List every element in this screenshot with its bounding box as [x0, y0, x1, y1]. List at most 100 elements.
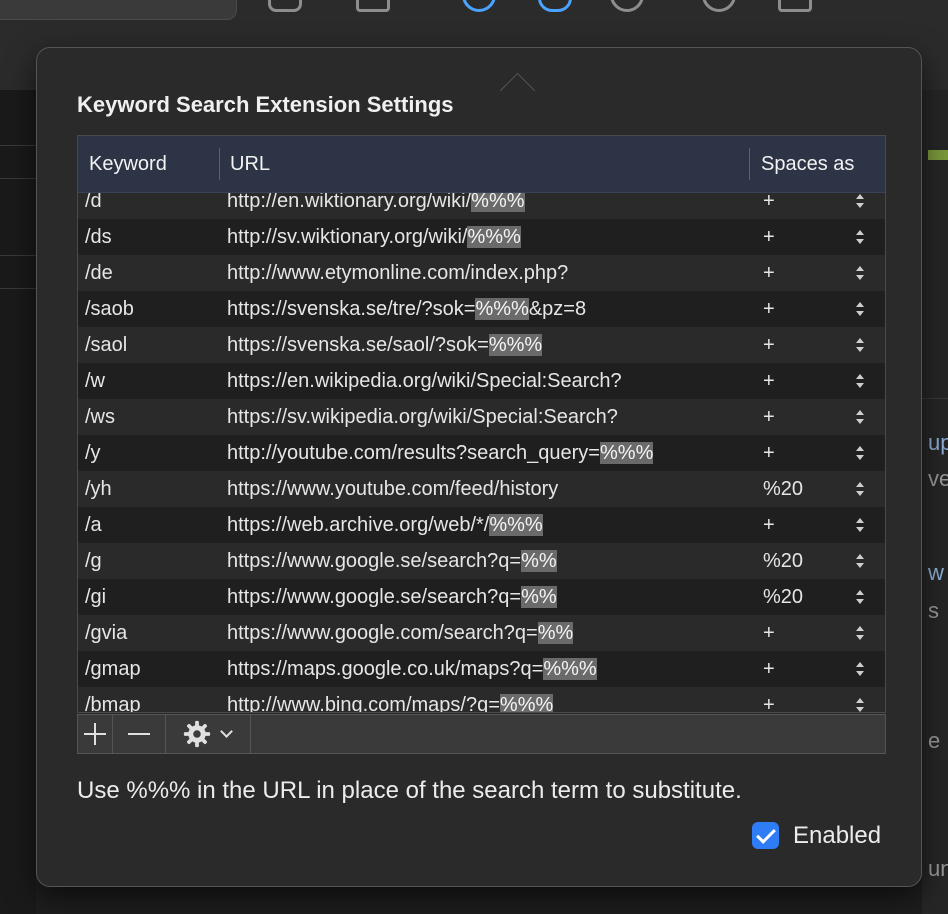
keyword-cell[interactable]: /saob — [85, 291, 134, 327]
actions-menu-button[interactable] — [166, 715, 251, 753]
table-row[interactable]: /ds http://sv.wiktionary.org/wiki/%%% + — [78, 219, 885, 255]
column-header-keyword[interactable]: Keyword — [89, 136, 167, 192]
spaces-select[interactable]: + — [763, 291, 775, 327]
keyword-cell[interactable]: /w — [85, 363, 105, 399]
share-icon[interactable] — [356, 0, 390, 12]
keyword-cell[interactable]: /bmap — [85, 687, 141, 712]
search-token-highlight: %% — [521, 550, 557, 572]
keyword-cell[interactable]: /yh — [85, 471, 112, 507]
search-token-highlight: %% — [537, 622, 574, 644]
enabled-checkbox[interactable] — [752, 822, 779, 849]
table-header: Keyword URL Spaces as — [78, 136, 885, 193]
tab-overview-icon[interactable] — [268, 0, 302, 12]
table-row[interactable]: /a https://web.archive.org/web/*/%%% + — [78, 507, 885, 543]
table-row[interactable]: /g https://www.google.se/search?q=%% %20 — [78, 543, 885, 579]
select-arrows-icon[interactable] — [854, 651, 868, 687]
table-row[interactable]: /saob https://svenska.se/tre/?sok=%%%&pz=… — [78, 291, 885, 327]
url-cell[interactable]: https://svenska.se/tre/?sok=%%%&pz=8 — [227, 291, 586, 327]
select-arrows-icon[interactable] — [854, 687, 868, 712]
url-cell[interactable]: https://www.google.com/search?q=%% — [227, 615, 574, 651]
keyword-table[interactable]: Keyword URL Spaces as /d http://en.wiktio… — [77, 135, 886, 713]
select-arrows-icon[interactable] — [854, 435, 868, 471]
spaces-select[interactable]: + — [763, 615, 775, 651]
url-cell[interactable]: http://sv.wiktionary.org/wiki/%%% — [227, 219, 521, 255]
select-arrows-icon[interactable] — [854, 399, 868, 435]
url-cell[interactable]: https://www.youtube.com/feed/history — [227, 471, 558, 507]
spaces-select[interactable]: + — [763, 255, 775, 291]
spaces-select[interactable]: + — [763, 651, 775, 687]
url-cell[interactable]: https://www.google.se/search?q=%% — [227, 543, 557, 579]
spaces-select[interactable]: %20 — [763, 579, 803, 615]
column-divider[interactable] — [749, 148, 750, 180]
select-arrows-icon[interactable] — [854, 471, 868, 507]
url-cell[interactable]: https://sv.wikipedia.org/wiki/Special:Se… — [227, 399, 618, 435]
table-row[interactable]: /ws https://sv.wikipedia.org/wiki/Special… — [78, 399, 885, 435]
select-arrows-icon[interactable] — [854, 327, 868, 363]
url-cell[interactable]: https://en.wikipedia.org/wiki/Special:Se… — [227, 363, 622, 399]
table-row[interactable]: /gi https://www.google.se/search?q=%% %20 — [78, 579, 885, 615]
select-arrows-icon[interactable] — [854, 255, 868, 291]
keyword-cell[interactable]: /ds — [85, 219, 112, 255]
column-header-url[interactable]: URL — [230, 136, 270, 192]
spaces-select[interactable]: %20 — [763, 471, 803, 507]
background-left-panel — [0, 90, 36, 914]
keyword-cell[interactable]: /gi — [85, 579, 106, 615]
table-row[interactable]: /gvia https://www.google.com/search?q=%% + — [78, 615, 885, 651]
spaces-select[interactable]: + — [763, 507, 775, 543]
search-extension-icon[interactable] — [462, 0, 496, 12]
keyword-cell[interactable]: /y — [85, 435, 101, 471]
select-arrows-icon[interactable] — [854, 291, 868, 327]
select-arrows-icon[interactable] — [854, 363, 868, 399]
url-cell[interactable]: https://web.archive.org/web/*/%%% — [227, 507, 543, 543]
url-cell[interactable]: https://svenska.se/saol/?sok=%%% — [227, 327, 543, 363]
spaces-select[interactable]: + — [763, 219, 775, 255]
address-bar[interactable] — [0, 0, 237, 20]
url-cell[interactable]: http://www.etymonline.com/index.php? — [227, 255, 568, 291]
gear-icon — [183, 720, 211, 748]
search-token-highlight: %%% — [475, 298, 529, 320]
spaces-select[interactable]: + — [763, 399, 775, 435]
keyword-cell[interactable]: /gmap — [85, 651, 141, 687]
select-arrows-icon[interactable] — [854, 507, 868, 543]
select-arrows-icon[interactable] — [854, 579, 868, 615]
url-cell[interactable]: http://www.bing.com/maps/?q=%%% — [227, 687, 554, 713]
add-row-button[interactable] — [78, 715, 113, 753]
circle-extension-icon[interactable] — [610, 0, 644, 12]
table-action-bar — [77, 714, 886, 754]
table-body[interactable]: /d http://en.wiktionary.org/wiki/%%% +/ds h… — [78, 183, 885, 713]
spaces-select[interactable]: + — [763, 363, 775, 399]
search-token-highlight: %%% — [489, 514, 543, 536]
column-header-spaces[interactable]: Spaces as — [761, 136, 854, 192]
url-cell[interactable]: https://maps.google.co.uk/maps?q=%%% — [227, 651, 597, 687]
remove-row-button[interactable] — [113, 715, 166, 753]
select-arrows-icon[interactable] — [854, 219, 868, 255]
spaces-select[interactable]: %20 — [763, 543, 803, 579]
url-cell[interactable]: http://youtube.com/results?search_query=… — [227, 435, 654, 471]
spaces-select[interactable]: + — [763, 435, 775, 471]
chevron-down-icon — [220, 725, 233, 738]
column-divider[interactable] — [219, 148, 220, 180]
spaces-select[interactable]: + — [763, 327, 775, 363]
url-text: http://www.bing.com/maps/?q= — [227, 694, 500, 713]
keyword-cell[interactable]: /gvia — [85, 615, 127, 651]
spaces-select[interactable]: + — [763, 687, 775, 712]
keyword-cell[interactable]: /g — [85, 543, 102, 579]
keyword-cell[interactable]: /ws — [85, 399, 115, 435]
keyword-cell[interactable]: /de — [85, 255, 113, 291]
table-row[interactable]: /saol https://svenska.se/saol/?sok=%%% + — [78, 327, 885, 363]
table-row[interactable]: /y http://youtube.com/results?search_quer… — [78, 435, 885, 471]
table-row[interactable]: /yh https://www.youtube.com/feed/history%… — [78, 471, 885, 507]
keyword-cell[interactable]: /a — [85, 507, 102, 543]
keyword-cell[interactable]: /saol — [85, 327, 127, 363]
table-row[interactable]: /bmap http://www.bing.com/maps/?q=%%% + — [78, 687, 885, 713]
table-row[interactable]: /de http://www.etymonline.com/index.php? + — [78, 255, 885, 291]
select-arrows-icon[interactable] — [854, 615, 868, 651]
url-text: https://en.wikipedia.org/wiki/Special:Se… — [227, 370, 622, 392]
url-cell[interactable]: https://www.google.se/search?q=%% — [227, 579, 557, 615]
reader-icon[interactable] — [778, 0, 812, 12]
clock-icon[interactable] — [702, 0, 736, 12]
table-row[interactable]: /w https://en.wikipedia.org/wiki/Special:… — [78, 363, 885, 399]
select-arrows-icon[interactable] — [854, 543, 868, 579]
shield-icon[interactable] — [538, 0, 572, 12]
table-row[interactable]: /gmap https://maps.google.co.uk/maps?q=%%… — [78, 651, 885, 687]
